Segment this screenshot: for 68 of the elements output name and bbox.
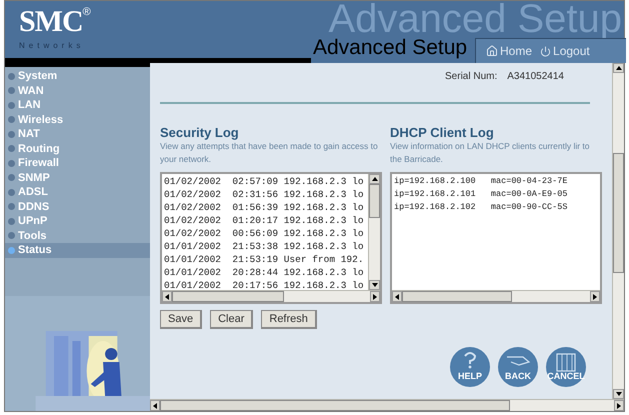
dhcp-line: ip=192.168.2.100 mac=00-04-23-7E <box>394 175 568 188</box>
dhcp-line: ip=192.168.2.102 mac=00-90-CC-5S <box>394 201 568 214</box>
door-icon <box>554 352 578 372</box>
bullet-icon <box>8 116 15 124</box>
log-textarea[interactable] <box>160 172 382 304</box>
sidebar-item[interactable]: Wireless <box>5 112 150 127</box>
logout-link[interactable]: Logout <box>540 42 590 60</box>
hand-icon <box>505 354 531 366</box>
bullet-icon <box>8 188 15 196</box>
sidebar-item[interactable]: DDNS <box>5 200 150 214</box>
registered-mark: ® <box>82 7 91 18</box>
bullet-icon <box>8 246 15 254</box>
power-icon <box>540 46 552 56</box>
log-line: 01/02/2002 01:56:39 192.168.2.3 lo <box>164 201 365 214</box>
horizontal-scrollbar[interactable] <box>392 290 600 302</box>
bullet-icon <box>8 160 15 167</box>
sidebar-item[interactable]: Firewall <box>5 156 150 170</box>
bullet-icon <box>8 87 15 94</box>
sidebar-item[interactable]: Status <box>5 243 150 258</box>
horizontal-scrollbar[interactable] <box>162 290 380 302</box>
bullet-icon <box>8 218 15 225</box>
back-button[interactable]: BACK <box>498 347 538 387</box>
home-icon <box>486 45 498 57</box>
log-line: 01/01/2002 21:53:38 192.168.2.3 lo <box>164 240 365 253</box>
log-line: 01/01/2002 20:17:56 192.168.2.3 lo <box>164 279 365 290</box>
section-title: DHCP Client Log <box>390 126 495 140</box>
sidebar-item[interactable]: WAN <box>5 84 150 98</box>
log-button[interactable]: Refresh <box>261 310 317 329</box>
serial-label: Serial Num: <box>445 70 498 84</box>
logo-subtitle: Networks <box>19 41 86 50</box>
sidebar-item[interactable]: Tools <box>5 228 150 243</box>
home-link[interactable]: Home <box>486 42 532 60</box>
logo: SMC <box>19 7 83 37</box>
sidebar-item[interactable]: Routing <box>5 142 150 156</box>
log-line: 01/02/2002 02:31:56 192.168.2.3 lo <box>164 188 365 201</box>
section-description: View information on LAN DHCP clients currently lir to the Barricade. <box>390 140 591 166</box>
vertical-scrollbar[interactable] <box>368 174 380 290</box>
bullet-icon <box>8 102 15 109</box>
page-title: Advanced Setup <box>313 36 468 60</box>
bullet-icon <box>8 130 15 138</box>
dhcp-textarea[interactable]: ip=192.168.2.100 mac=00-04-23-7E ip=192.168.2.101 mac=00-0A-E9-05 ip=192.168.2.102 mac=00-90-CC-5S <box>390 172 602 304</box>
vertical-scrollbar[interactable] <box>612 63 624 399</box>
log-line: 01/01/2002 20:28:44 192.168.2.3 lo <box>164 266 365 279</box>
sidebar-item[interactable]: NAT <box>5 127 150 142</box>
horizontal-scrollbar[interactable] <box>150 399 624 411</box>
section-title: Security Log <box>160 126 240 140</box>
log-line: 01/02/2002 02:57:09 192.168.2.3 lo <box>164 175 365 188</box>
bullet-icon <box>8 174 15 182</box>
bullet-icon <box>8 203 15 210</box>
sidebar-item[interactable]: System <box>5 69 150 84</box>
bullet-icon <box>8 145 15 152</box>
log-button[interactable]: Save <box>160 310 202 329</box>
sidebar-item[interactable]: ADSL <box>5 185 150 200</box>
serial-value: A341052414 <box>507 70 564 84</box>
log-line: 01/02/2002 01:20:17 192.168.2.3 lo <box>164 214 365 227</box>
help-button[interactable]: HELP <box>450 347 490 387</box>
dhcp-line: ip=192.168.2.101 mac=00-0A-E9-05 <box>394 188 568 201</box>
sidebar-item[interactable]: UPnP <box>5 214 150 228</box>
question-mark-icon <box>462 351 478 369</box>
bullet-icon <box>8 232 15 240</box>
log-line: 01/01/2002 21:53:19 User from 192. <box>164 253 365 266</box>
bullet-icon <box>8 72 15 80</box>
sidebar-item[interactable]: LAN <box>5 98 150 112</box>
log-button[interactable]: Clear <box>210 310 254 329</box>
section-description: View any attempts that have been made to gain access to your network. <box>160 140 379 166</box>
sidebar-item[interactable]: SNMP <box>5 170 150 185</box>
log-line: 01/02/2002 00:56:09 192.168.2.3 lo <box>164 227 365 240</box>
cancel-button[interactable]: CANCEL <box>546 347 586 387</box>
